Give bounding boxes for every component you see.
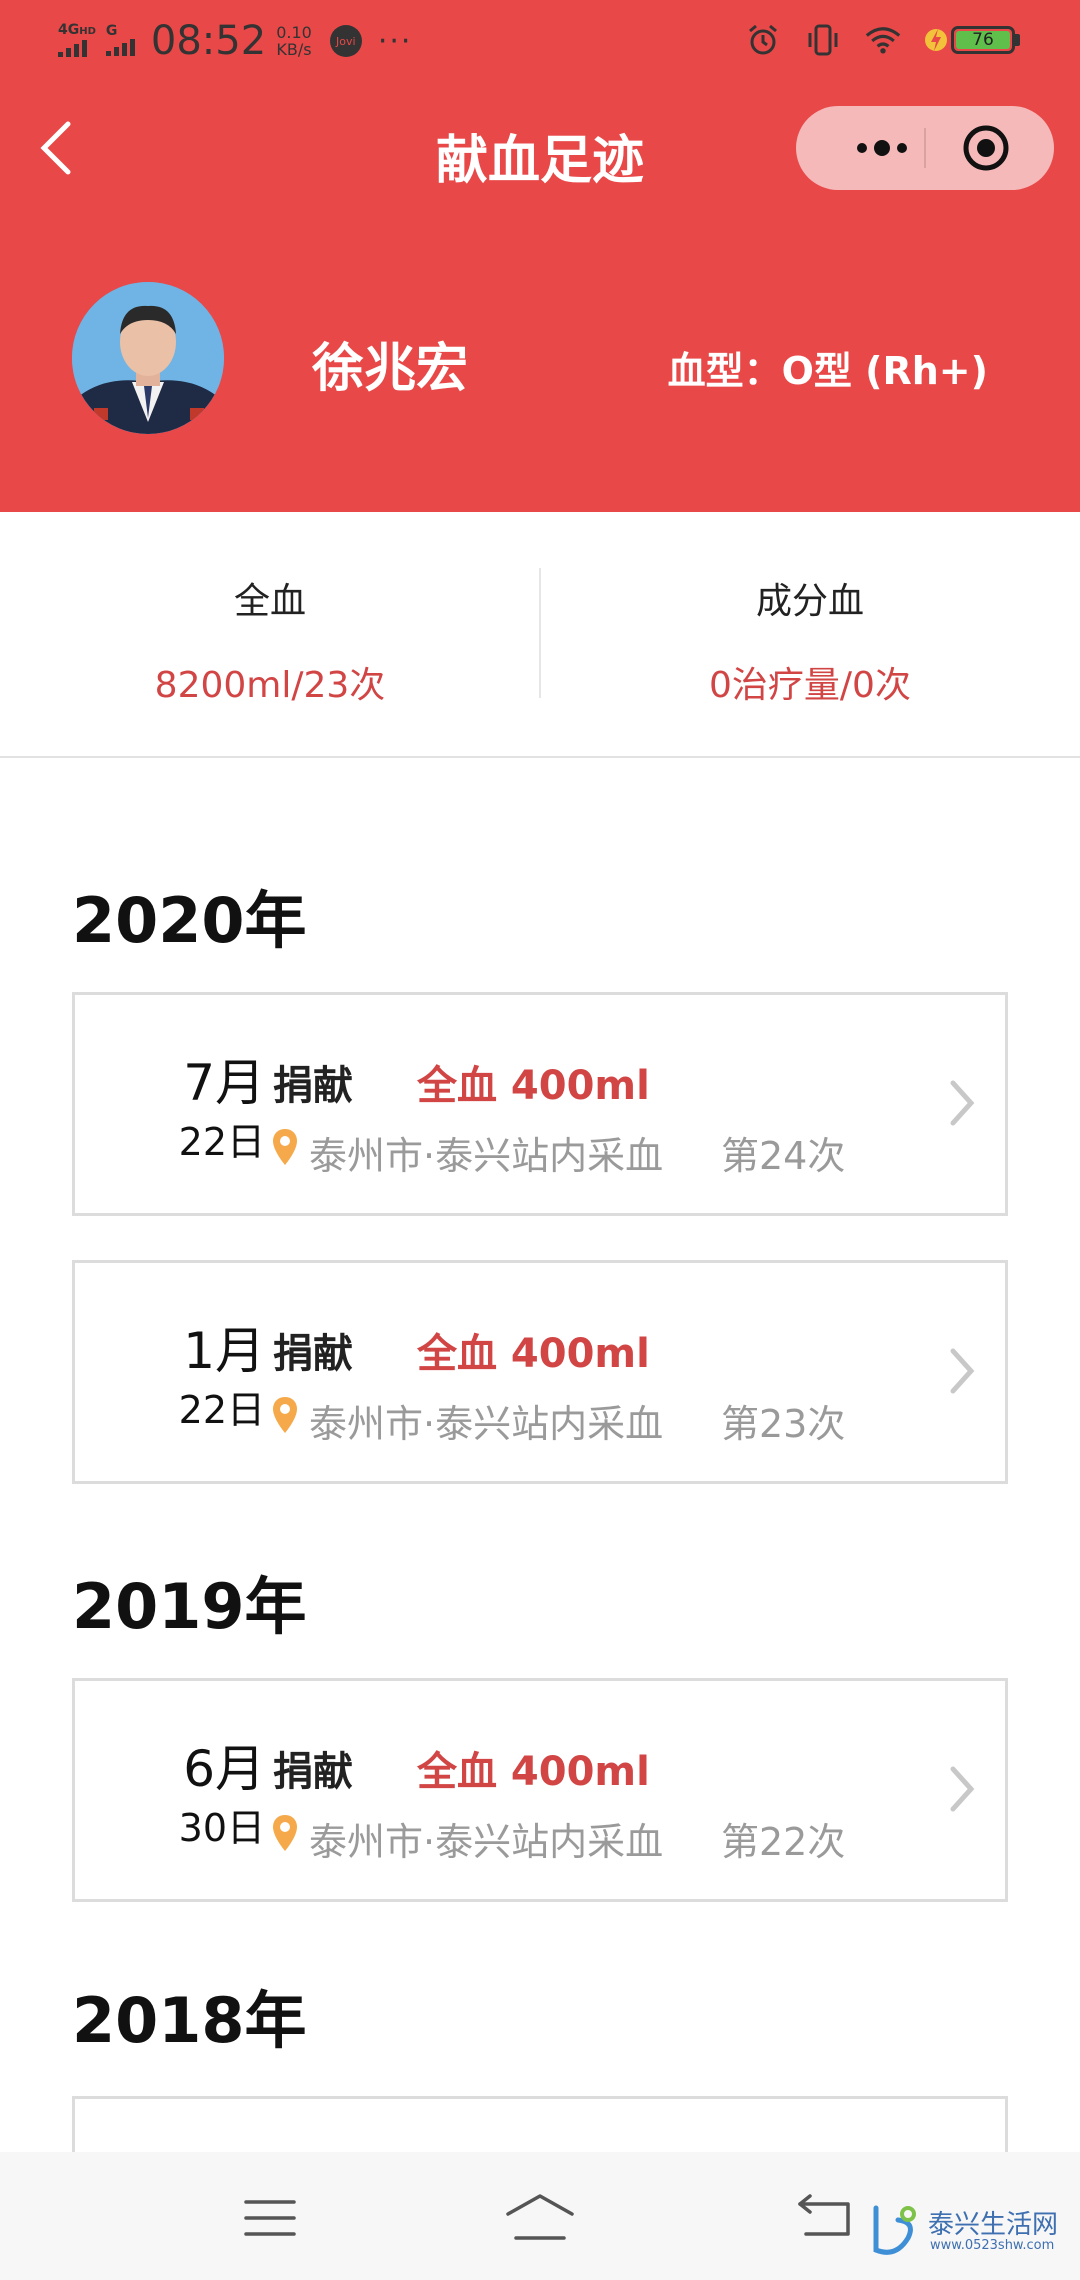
battery-level: 76 [956,31,1010,49]
component-blood-value: 0治疗量/0次 [709,665,911,706]
network-type: 4G [58,21,80,38]
alarm-icon [745,22,781,58]
watermark-text: 泰兴生活网 [928,2210,1059,2240]
jovi-icon: Jovi [329,25,362,57]
battery-body: 76 [951,26,1015,54]
chevron-right-icon [950,1348,975,1394]
network-indicator-2: G [105,22,135,59]
mini-program-capsule [796,106,1054,190]
year-heading: 2020年 [72,884,307,957]
component-blood-label: 成分血 [755,581,864,622]
record-amount: 全血 400ml [417,1331,650,1377]
capsule-divider [924,128,926,168]
year-heading: 2019年 [72,1570,307,1643]
network-hd: HD [79,25,96,37]
whole-blood-label: 全血 [233,581,306,622]
status-left: 4GHD G 08:52 0.10 KB/s Jovi ··· [58,18,412,64]
close-mini-program-button[interactable] [962,124,1010,172]
status-time: 08:52 [150,18,267,64]
location-pin-icon [273,1815,297,1851]
location-pin-icon [273,1397,297,1433]
record-location: 泰州市·泰兴站内采血 [309,1402,664,1446]
record-amount: 全血 400ml [417,1063,650,1109]
donation-record-card[interactable]: 6月 30日 捐献 全血 400ml 泰州市·泰兴站内采血 第22次 [72,1678,1008,1902]
menu-icon[interactable] [244,2198,296,2238]
vibrate-icon [805,22,841,58]
target-close-icon [963,125,1009,171]
donation-record-card[interactable]: 7月 22日 捐献 全血 400ml 泰州市·泰兴站内采血 第24次 [72,992,1008,1216]
year-heading: 2018年 [72,1984,307,2057]
network-speed: 0.10 KB/s [276,24,312,58]
whole-blood-value: 8200ml/23次 [154,665,386,706]
network-indicator: 4GHD [58,23,96,60]
signal-icon-2 [105,38,135,56]
record-location: 泰州市·泰兴站内采血 [309,1820,664,1864]
header: 4GHD G 08:52 0.10 KB/s Jovi ··· 76 献血足迹 … [0,0,1080,512]
record-count: 第23次 [721,1402,846,1446]
record-type: 捐献 [273,1331,353,1377]
battery-tip [1015,34,1020,46]
more-button[interactable] [832,106,932,190]
site-logo-icon [873,2205,916,2255]
nav-bar: 献血足迹 [0,104,1080,194]
record-type: 捐献 [273,1749,353,1795]
record-month: 7月 [183,1054,265,1112]
avatar-photo [72,282,224,434]
chevron-right-icon [950,1080,975,1126]
record-day: 22日 [178,1120,265,1164]
status-bar: 4GHD G 08:52 0.10 KB/s Jovi ··· 76 [0,0,1080,90]
record-month: 6月 [183,1740,265,1798]
site-watermark: 泰兴生活网 www.0523shw.com [868,2202,1078,2262]
record-type: 捐献 [273,1063,353,1109]
speed-value: 0.10 [276,23,312,42]
system-nav-bar: 泰兴生活网 www.0523shw.com [0,2152,1080,2280]
blood-type: 血型：O型 (Rh+) [667,349,988,393]
donor-name: 徐兆宏 [312,339,469,399]
more-notifications-icon: ··· [377,23,413,59]
record-amount: 全血 400ml [417,1749,650,1795]
status-right: 76 [745,22,1020,58]
record-day: 30日 [178,1806,265,1850]
record-location: 泰州市·泰兴站内采血 [309,1134,664,1178]
signal-icon [58,39,87,57]
donation-record-card[interactable]: 1月 22日 捐献 全血 400ml 泰州市·泰兴站内采血 第23次 [72,1260,1008,1484]
wifi-icon [865,22,901,58]
record-day: 22日 [178,1388,265,1432]
record-count: 第24次 [721,1134,846,1178]
speed-unit: KB/s [276,40,312,59]
record-count: 第22次 [721,1820,846,1864]
charging-icon [925,29,947,51]
donation-summary: 全血 8200ml/23次 成分血 0治疗量/0次 [0,512,1080,758]
whole-blood-stat: 全血 8200ml/23次 [0,572,540,708]
component-blood-stat: 成分血 0治疗量/0次 [540,572,1080,708]
avatar [72,282,224,434]
battery-icon: 76 [925,25,1020,55]
network-type-2: G [105,22,118,39]
more-dots-icon [857,140,907,156]
home-icon[interactable] [504,2192,576,2242]
location-pin-icon [273,1129,297,1165]
watermark-url: www.0523shw.com [930,2238,1055,2253]
donation-history-list[interactable]: 2020年 7月 22日 捐献 全血 400ml 泰州市·泰兴站内采血 第24次… [0,758,1080,2152]
record-month: 1月 [183,1322,265,1380]
system-back-icon[interactable] [796,2190,852,2238]
chevron-right-icon [950,1766,975,1812]
donation-record-card[interactable] [72,2096,1008,2152]
